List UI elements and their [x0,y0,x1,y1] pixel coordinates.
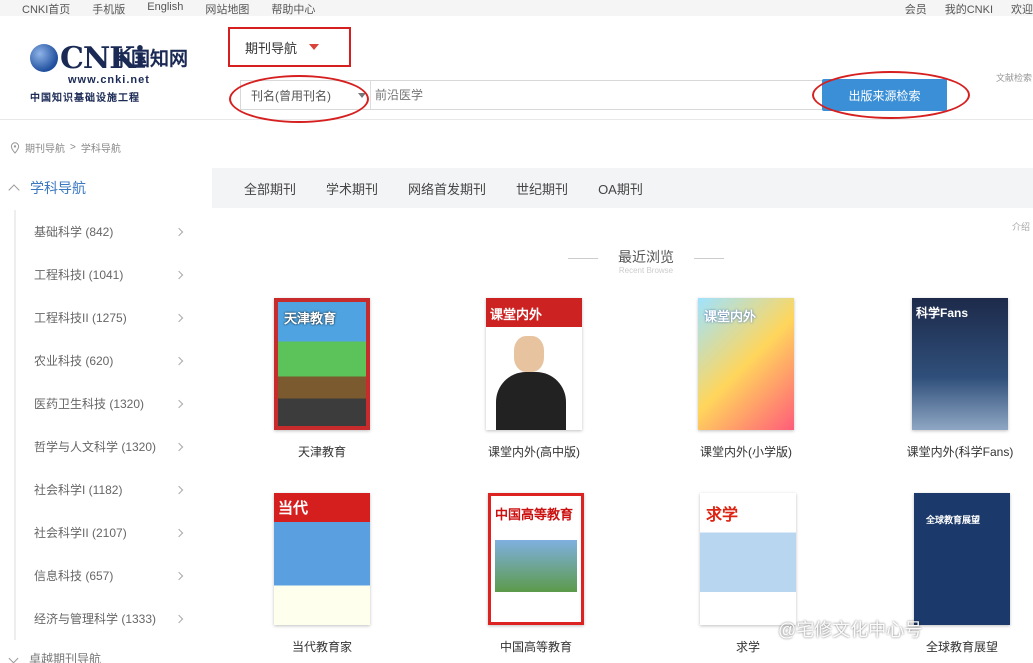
link-english[interactable]: English [147,1,183,17]
recent-browse-subtitle: Recent Browse [618,266,674,275]
journal-cover[interactable]: 当代 [274,493,370,625]
tab-academic-journals[interactable]: 学术期刊 [326,179,378,198]
tab-century-journals[interactable]: 世纪期刊 [516,179,568,198]
link-cnki-home[interactable]: CNKI首页 [22,1,70,17]
sidebar-item-engineering-1[interactable]: 工程科技I (1041) [16,253,204,296]
top-links-left: CNKI首页 手机版 English 网站地图 帮助中心 [22,1,337,17]
chevron-right-icon [174,485,184,495]
cover-title: 科学Fans [916,306,969,320]
chevron-right-icon [174,270,184,280]
logo-chinese: 中国知网 [112,48,189,70]
chevron-right-icon [174,313,184,323]
top-links-right: 会员 我的CNKI 欢迎 [887,1,1033,17]
breadcrumb-separator: > [70,142,76,153]
journal-title[interactable]: 当代教育家 [254,639,390,656]
welcome-text: 欢迎 [1011,4,1033,16]
breadcrumb: 期刊导航 > 学科导航 [10,140,121,155]
cover-title: 课堂内外 [704,309,757,324]
journal-type-tabs: 全部期刊 学术期刊 网络首发期刊 世纪期刊 OA期刊 [212,168,1033,208]
journal-card[interactable]: 课堂内外 课堂内外(高中版) [486,298,596,459]
subject-sidebar: 学科导航 基础科学 (842) 工程科技I (1041) 工程科技II (127… [0,170,210,663]
journal-cover[interactable]: 求学 [700,493,796,625]
globe-icon [30,44,58,72]
excellent-journals-nav[interactable]: 卓越期刊导航 [8,650,101,663]
chevron-right-icon [174,442,184,452]
sidebar-item-social-science-2[interactable]: 社会科学II (2107) [16,511,204,554]
journal-title[interactable]: 中国高等教育 [468,639,604,656]
triangle-down-icon [309,44,320,50]
cover-title: 全球教育展望 [926,516,981,526]
sidebar-item-economics[interactable]: 经济与管理科学 (1333) [16,597,204,640]
breadcrumb-subject-nav[interactable]: 学科导航 [81,140,121,155]
cover-photo [495,540,577,592]
breadcrumb-journal-nav[interactable]: 期刊导航 [25,140,65,155]
top-bar: CNKI首页 手机版 English 网站地图 帮助中心 会员 我的CNKI 欢… [0,0,1033,16]
search-input[interactable] [375,83,815,107]
cover-title: 天津教育 [284,311,337,326]
sidebar-item-medicine[interactable]: 医药卫生科技 (1320) [16,382,204,425]
logo-subtitle: 中国知识基础设施工程 [30,93,140,104]
link-my-cnki[interactable]: 我的CNKI [945,1,993,17]
journal-title[interactable]: 课堂内外(小学版) [678,444,814,461]
tab-oa-journals[interactable]: OA期刊 [598,179,643,198]
chevron-right-icon [174,356,184,366]
cover-title: 中国高等教育 [495,508,574,523]
watermark-text: @宅修文化中心号 [778,620,923,640]
tab-all-journals[interactable]: 全部期刊 [244,179,296,198]
journal-cover[interactable]: 科学Fans [912,298,1008,430]
recent-browse-title: 最近浏览 [566,247,726,267]
sidebar-item-humanities[interactable]: 哲学与人文科学 (1320) [16,425,204,468]
link-sitemap[interactable]: 网站地图 [205,1,249,17]
cover-title: 当代 [278,500,309,517]
journal-nav-label: 期刊导航 [245,40,298,56]
journal-cover[interactable]: 天津教育 [274,298,370,430]
sidebar-item-basic-science[interactable]: 基础科学 (842) [16,210,204,253]
chevron-right-icon [174,571,184,581]
journal-cover[interactable]: 全球教育展望 [914,493,1010,625]
annotation-oval-button [812,71,970,119]
annotation-oval-field [229,75,369,123]
chevron-right-icon [174,399,184,409]
journal-title[interactable]: 天津教育 [254,444,390,461]
journal-nav-dropdown[interactable]: 期刊导航 [228,27,351,67]
subject-list: 基础科学 (842) 工程科技I (1041) 工程科技II (1275) 农业… [14,210,204,640]
journal-cover[interactable]: 中国高等教育 [488,493,584,625]
link-help[interactable]: 帮助中心 [271,1,315,17]
tab-online-first[interactable]: 网络首发期刊 [408,179,486,198]
chevron-up-icon [8,184,20,196]
journal-cover[interactable]: 课堂内外 [486,298,582,430]
sidebar-item-info-tech[interactable]: 信息科技 (657) [16,554,204,597]
chevron-right-icon [174,614,184,624]
header: CNKi 中国知网 www.cnki.net 中国知识基础设施工程 期刊导航 刊… [0,16,1033,123]
sidebar-item-social-science-1[interactable]: 社会科学I (1182) [16,468,204,511]
sidebar-item-agriculture[interactable]: 农业科技 (620) [16,339,204,382]
sidebar-item-engineering-2[interactable]: 工程科技II (1275) [16,296,204,339]
logo-url: www.cnki.net [68,74,150,86]
cnki-logo[interactable]: CNKi 中国知网 www.cnki.net 中国知识基础设施工程 [28,38,196,104]
journal-cover[interactable]: 课堂内外 [698,298,794,430]
journal-title[interactable]: 课堂内外(科学Fans) [892,444,1028,461]
literature-search-link[interactable]: 文献检索 [996,71,1032,84]
cover-portrait [514,336,544,372]
sidebar-title: 学科导航 [30,180,86,196]
sidebar-header[interactable]: 学科导航 [8,178,86,198]
chevron-down-icon [8,653,19,663]
location-pin-icon [10,141,20,154]
link-mobile[interactable]: 手机版 [92,1,125,17]
cover-portrait-body [496,372,566,430]
intro-link[interactable]: 介绍 [1012,220,1030,233]
cover-title: 求学 [706,507,739,524]
chevron-right-icon [174,227,184,237]
journal-title[interactable]: 课堂内外(高中版) [466,444,602,461]
link-member[interactable]: 会员 [905,1,927,17]
chevron-right-icon [174,528,184,538]
cover-title: 课堂内外 [490,307,543,322]
